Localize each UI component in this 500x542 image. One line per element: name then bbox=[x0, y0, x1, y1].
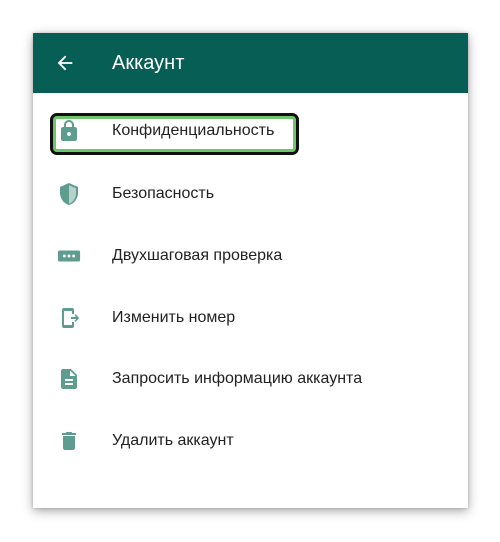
trash-icon bbox=[57, 429, 81, 453]
menu-item-label: Двухшаговая проверка bbox=[112, 247, 283, 264]
back-button[interactable] bbox=[47, 45, 83, 81]
menu-item-two-step[interactable]: Двухшаговая проверка bbox=[33, 232, 468, 280]
menu-item-label: Запросить информацию аккаунта bbox=[112, 370, 363, 387]
menu-item-label: Изменить номер bbox=[112, 309, 236, 326]
menu-item-security[interactable]: Безопасность bbox=[33, 170, 468, 218]
menu-item-label: Конфиденциальность bbox=[112, 122, 275, 139]
account-settings-screen: Аккаунт Конфиденциальность Безопасность bbox=[33, 33, 468, 508]
menu-item-label: Безопасность bbox=[112, 185, 215, 202]
menu-item-request-info[interactable]: Запросить информацию аккаунта bbox=[33, 355, 468, 403]
phone-change-icon bbox=[57, 306, 81, 330]
dots-password-icon bbox=[57, 244, 81, 268]
menu-item-privacy[interactable]: Конфиденциальность bbox=[33, 107, 468, 155]
menu-item-change-number[interactable]: Изменить номер bbox=[33, 294, 468, 342]
lock-icon bbox=[57, 119, 81, 143]
arrow-back-icon bbox=[57, 55, 73, 71]
menu-item-label: Удалить аккаунт bbox=[112, 432, 234, 449]
document-icon bbox=[57, 367, 81, 391]
page-title: Аккаунт bbox=[112, 52, 185, 74]
shield-icon bbox=[57, 182, 81, 206]
menu-item-delete-account[interactable]: Удалить аккаунт bbox=[33, 417, 468, 465]
app-bar: Аккаунт bbox=[33, 33, 468, 93]
